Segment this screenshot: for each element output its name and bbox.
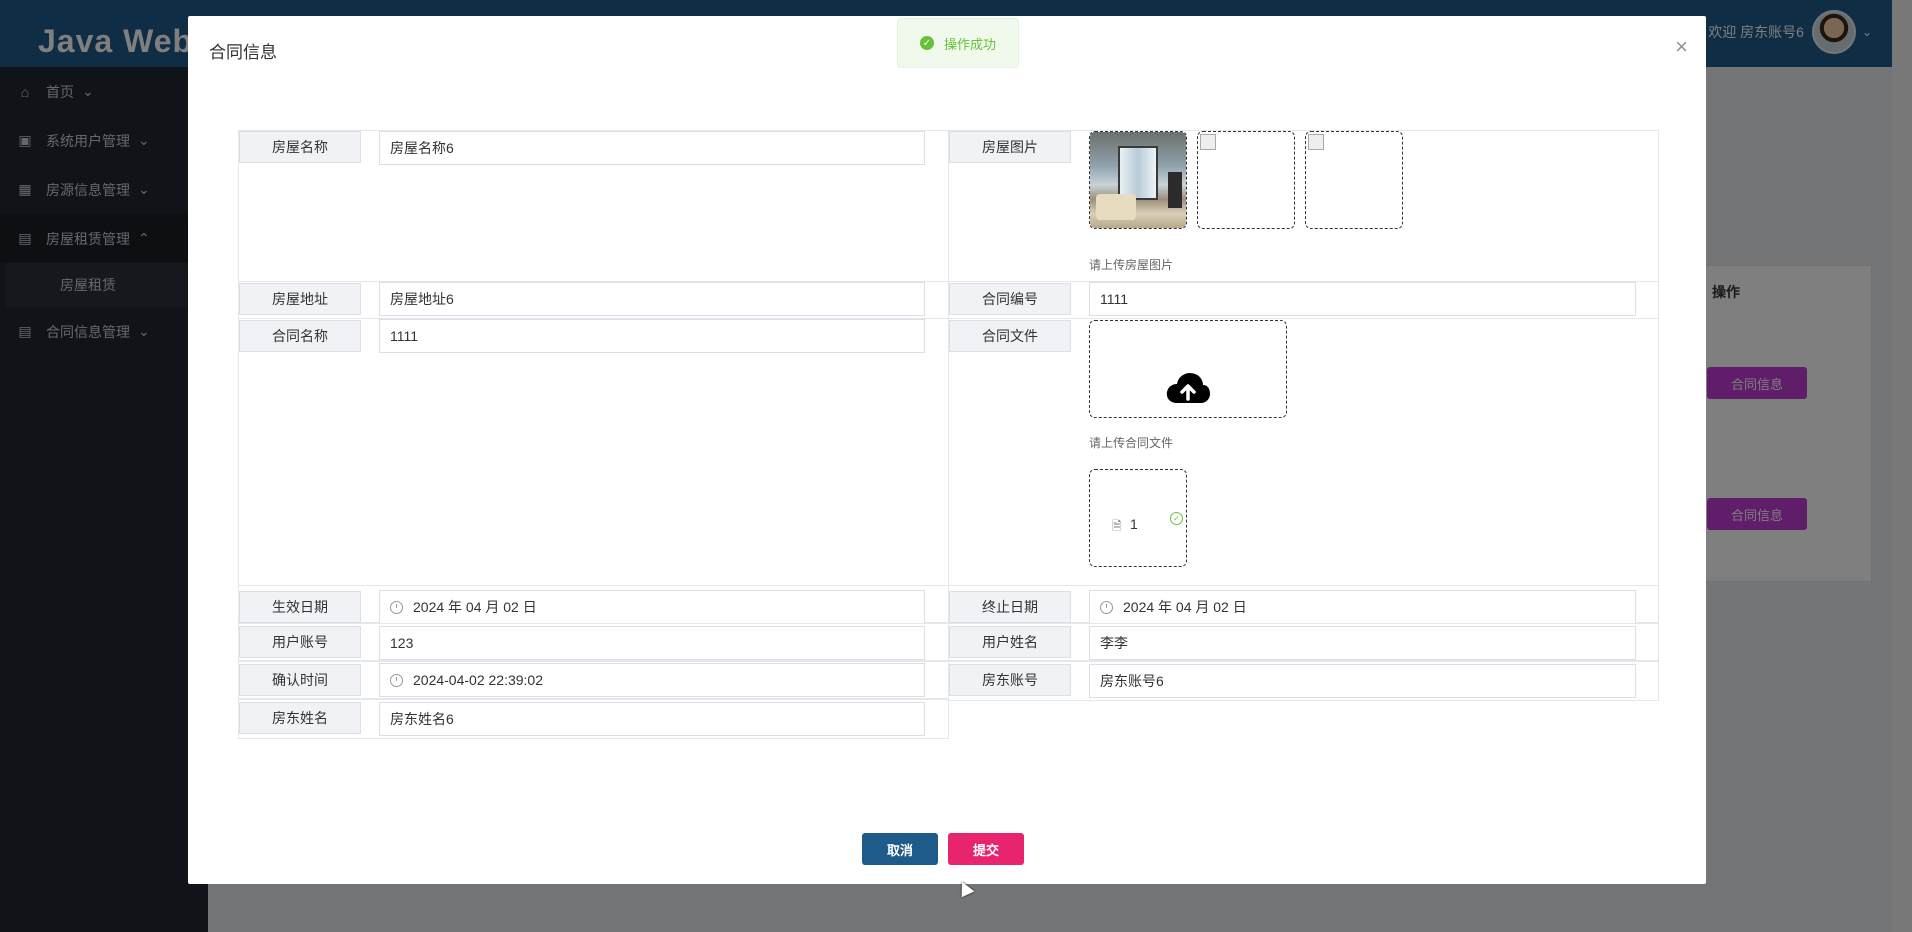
contract-name-input[interactable]: 1111 [379, 319, 925, 353]
uploaded-file-card[interactable]: 🗎 1 ✓ [1089, 469, 1187, 567]
confirm-time-value: 2024-04-02 22:39:02 [413, 672, 543, 688]
label-contract-name: 合同名称 [239, 320, 361, 352]
broken-image-icon [1200, 134, 1216, 150]
end-date-picker[interactable]: 2024 年 04 月 02 日 [1089, 590, 1636, 624]
house-name-input[interactable]: 房屋名称6 [379, 131, 925, 165]
broken-image-icon [1308, 134, 1324, 150]
cloud-upload-icon [1166, 373, 1210, 403]
field-contract-file [948, 318, 1659, 588]
label-contract-no: 合同编号 [949, 283, 1071, 315]
label-landlord-account: 房东账号 [949, 664, 1071, 696]
house-address-input[interactable]: 房屋地址6 [379, 282, 925, 316]
start-date-value: 2024 年 04 月 02 日 [413, 599, 537, 615]
landlord-name-input[interactable]: 房东姓名6 [379, 702, 925, 736]
house-image-thumb[interactable] [1305, 131, 1403, 229]
label-house-image: 房屋图片 [949, 131, 1071, 163]
confirm-time-picker[interactable]: 2024-04-02 22:39:02 [379, 663, 925, 697]
user-account-input[interactable]: 123 [379, 626, 925, 660]
contract-file-upload[interactable] [1089, 320, 1287, 418]
clock-icon [1100, 600, 1113, 614]
file-name: 1 [1130, 516, 1138, 532]
close-icon[interactable]: × [1675, 34, 1688, 60]
label-start-date: 生效日期 [239, 591, 361, 623]
cancel-button[interactable]: 取消 [862, 833, 938, 865]
clock-icon [390, 600, 403, 614]
label-user-account: 用户账号 [239, 626, 361, 658]
dialog-title: 合同信息 [209, 43, 277, 62]
contract-dialog: 合同信息 × 房屋名称 房屋名称6 房屋地址 房屋地址6 合同名称 1111 生… [188, 16, 1706, 884]
label-end-date: 终止日期 [949, 591, 1071, 623]
end-date-value: 2024 年 04 月 02 日 [1123, 599, 1247, 615]
start-date-picker[interactable]: 2024 年 04 月 02 日 [379, 590, 925, 624]
room-photo [1090, 132, 1186, 228]
contract-no-input[interactable]: 1111 [1089, 282, 1636, 316]
field-contract-name [238, 318, 949, 588]
label-house-name: 房屋名称 [239, 131, 361, 163]
toast-text: 操作成功 [943, 36, 996, 52]
label-contract-file: 合同文件 [949, 320, 1071, 352]
success-toast: ✓ 操作成功 [897, 18, 1019, 68]
label-landlord-name: 房东姓名 [239, 702, 361, 734]
contract-file-hint: 请上传合同文件 [1089, 436, 1174, 450]
landlord-account-input[interactable]: 房东账号6 [1089, 664, 1636, 698]
check-circle-icon: ✓ [1170, 512, 1183, 525]
user-name-input[interactable]: 李李 [1089, 626, 1636, 660]
clock-icon [390, 673, 403, 687]
house-image-thumb[interactable] [1197, 131, 1295, 229]
check-circle-icon: ✓ [919, 36, 934, 50]
document-icon: 🗎 [1112, 519, 1122, 533]
label-user-name: 用户姓名 [949, 626, 1071, 658]
house-image-thumb[interactable] [1089, 131, 1187, 229]
label-confirm-time: 确认时间 [239, 664, 361, 696]
label-house-address: 房屋地址 [239, 283, 361, 315]
house-image-hint: 请上传房屋图片 [1089, 258, 1174, 272]
submit-button[interactable]: 提交 [948, 833, 1024, 865]
